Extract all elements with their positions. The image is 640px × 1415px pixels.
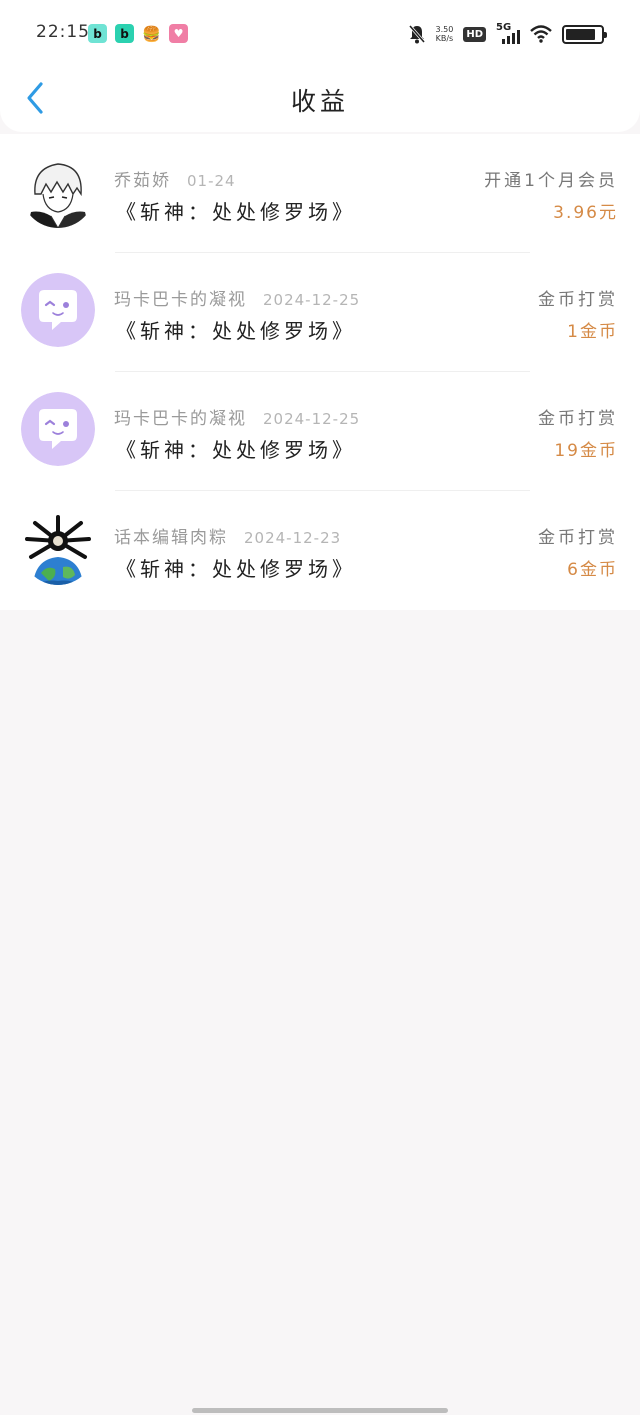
avatar[interactable]: [21, 511, 95, 585]
earning-amount: 3.96元: [553, 203, 618, 223]
book-title: 《斩神：处处修罗场》: [116, 557, 356, 581]
earning-amount: 1金币: [567, 322, 618, 342]
earning-type: 开通1个月会员: [484, 171, 618, 191]
record-date: 2024-12-25: [263, 291, 361, 309]
avatar[interactable]: [21, 392, 95, 466]
record-date: 01-24: [187, 172, 236, 190]
mute-bell-icon: [408, 25, 425, 44]
anime-avatar-icon: [21, 154, 95, 228]
earning-type: 金币打赏: [538, 409, 618, 429]
list-item[interactable]: 玛卡巴卡的凝视 2024-12-25 《斩神：处处修罗场》 金币打赏 1金币: [0, 253, 640, 372]
sender-name: 乔茹娇 01-24: [114, 171, 236, 191]
earnings-list: 乔茹娇 01-24 《斩神：处处修罗场》 开通1个月会员 3.96元 玛卡巴卡的凝…: [0, 134, 640, 610]
sender-name: 话本编辑肉粽 2024-12-23: [114, 528, 342, 548]
wifi-icon: [530, 25, 552, 43]
battery-icon: [562, 24, 607, 44]
list-item[interactable]: 乔茹娇 01-24 《斩神：处处修罗场》 开通1个月会员 3.96元: [0, 134, 640, 253]
record-date: 2024-12-23: [244, 529, 342, 547]
avatar[interactable]: [21, 273, 95, 347]
status-bar: 22:15 b b 🍔 ♥ 3.50 KB/s HD 5G: [0, 18, 640, 52]
earning-type: 金币打赏: [538, 290, 618, 310]
home-indicator[interactable]: [192, 1408, 448, 1413]
earth-avatar-icon: [21, 511, 95, 585]
battery-level: [566, 28, 595, 40]
record-date: 2024-12-25: [263, 410, 361, 428]
app-header: 22:15 b b 🍔 ♥ 3.50 KB/s HD 5G 收益: [0, 0, 640, 132]
book-title: 《斩神：处处修罗场》: [116, 438, 356, 462]
chat-bubble-avatar-icon: [21, 392, 95, 466]
avatar[interactable]: [21, 154, 95, 228]
status-icons: 3.50 KB/s HD 5G: [408, 22, 607, 44]
sender-name: 玛卡巴卡的凝视 2024-12-25: [114, 290, 361, 310]
hd-badge: HD: [463, 26, 486, 42]
burger-app-icon: 🍔: [142, 24, 161, 43]
chat-bubble-avatar-icon: [21, 273, 95, 347]
status-time: 22:15: [36, 22, 90, 42]
list-item[interactable]: 话本编辑肉粽 2024-12-23 《斩神：处处修罗场》 金币打赏 6金币: [0, 491, 640, 610]
earning-amount: 6金币: [567, 560, 618, 580]
net-speed: 3.50 KB/s: [435, 25, 454, 43]
bilibili-app-icon: b: [88, 24, 107, 43]
sender-name: 玛卡巴卡的凝视 2024-12-25: [114, 409, 361, 429]
book-title: 《斩神：处处修罗场》: [116, 200, 356, 224]
list-item[interactable]: 玛卡巴卡的凝视 2024-12-25 《斩神：处处修罗场》 金币打赏 19金币: [0, 372, 640, 491]
pink-app-icon: ♥: [169, 24, 188, 43]
signal-icon: 5G: [496, 22, 520, 44]
bilibili-app-icon: b: [115, 24, 134, 43]
earning-type: 金币打赏: [538, 528, 618, 548]
earning-amount: 19金币: [554, 441, 618, 461]
notification-app-icons: b b 🍔 ♥: [88, 24, 188, 43]
page-title: 收益: [290, 87, 349, 116]
book-title: 《斩神：处处修罗场》: [116, 319, 356, 343]
